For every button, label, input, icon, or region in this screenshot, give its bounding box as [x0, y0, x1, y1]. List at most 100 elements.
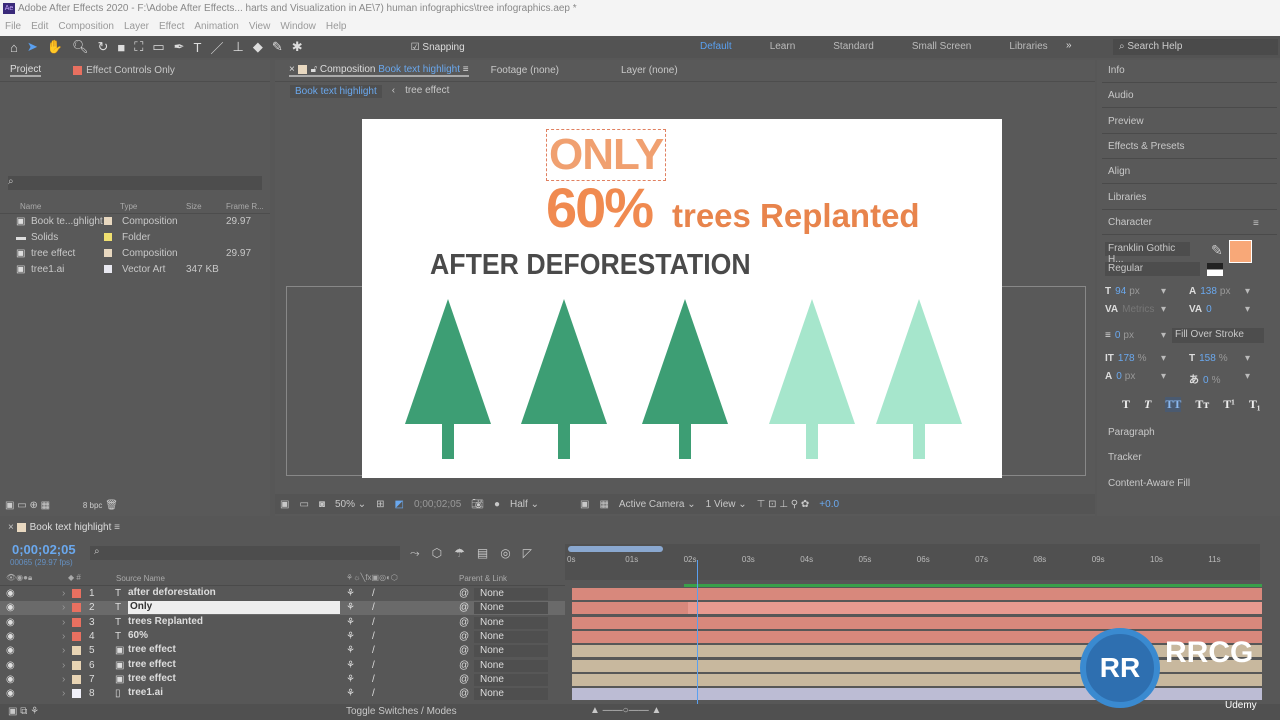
bpc-label[interactable]: 8 bpc: [83, 501, 103, 510]
flowchart-icon[interactable]: ⊤ ⊡ ⊥ ⚲ ✿: [757, 499, 810, 510]
layer-row[interactable]: ◉ › 1 Tafter deforestation ⚘ / @ None: [0, 587, 565, 601]
leading-field[interactable]: A 138 px ▾: [1189, 286, 1269, 297]
monitor-icon[interactable]: ▭: [299, 499, 308, 510]
panel-content-aware-fill[interactable]: Content-Aware Fill: [1108, 478, 1190, 489]
views-dropdown[interactable]: 1 View ⌄: [706, 499, 747, 510]
quality-switch-icon[interactable]: /: [372, 660, 375, 671]
quality-switch-icon[interactable]: /: [372, 674, 375, 685]
quality-switch-icon[interactable]: /: [372, 631, 375, 642]
brush-icon[interactable]: ／: [211, 38, 224, 57]
layer-row[interactable]: ◉ › 4 T 60% ⚘ / @ None: [0, 630, 565, 644]
composition-canvas[interactable]: ONLY 60% trees Replanted AFTER DEFORESTA…: [362, 119, 1002, 478]
layer-duration-bar[interactable]: [572, 588, 1262, 600]
parent-dropdown[interactable]: None: [474, 602, 548, 615]
quality-switch-icon[interactable]: /: [372, 645, 375, 656]
home-icon[interactable]: ⌂: [10, 40, 18, 55]
font-family-dropdown[interactable]: Franklin Gothic H...: [1105, 242, 1190, 265]
panel-align[interactable]: Align: [1108, 166, 1130, 177]
superscript-button[interactable]: T¹: [1223, 397, 1235, 412]
pickwhip-icon[interactable]: @: [459, 674, 469, 685]
layer-label-color[interactable]: [72, 603, 81, 613]
layer-duration-bar[interactable]: [572, 630, 1262, 643]
layer-label-color[interactable]: [72, 689, 81, 699]
comp-flowchart-icon[interactable]: ⤳: [410, 546, 420, 561]
workspace-standard[interactable]: Standard: [833, 41, 874, 52]
layer-name[interactable]: tree effect: [128, 644, 176, 655]
parent-dropdown[interactable]: None: [474, 616, 548, 629]
breadcrumb-book[interactable]: Book text highlight: [290, 85, 382, 98]
snapping-checkbox[interactable]: ☑ Snapping: [411, 42, 465, 53]
type-icon[interactable]: T: [194, 40, 202, 55]
pickwhip-icon[interactable]: @: [459, 602, 469, 613]
pan-behind-icon[interactable]: ⛶: [134, 39, 143, 55]
tab-project[interactable]: Project: [10, 64, 42, 77]
panel-audio[interactable]: Audio: [1108, 90, 1134, 101]
visibility-eye-icon[interactable]: ◉: [6, 588, 15, 599]
parent-dropdown[interactable]: None: [474, 659, 548, 672]
tab-composition[interactable]: × 🔓︎ Composition Book text highlight ≡: [289, 64, 469, 77]
shy-icon[interactable]: ☂: [454, 546, 465, 561]
layer-row[interactable]: ◉ › 8 ▯ tree1.ai ⚘ / @ None: [0, 687, 565, 701]
layer-name[interactable]: 60%: [128, 630, 148, 641]
shy-switch-icon[interactable]: ⚘: [346, 660, 355, 671]
always-preview-icon[interactable]: ▣: [280, 499, 289, 510]
zoom-slider[interactable]: ▲ ——○—— ▲: [590, 705, 661, 716]
menu-animation[interactable]: Animation: [194, 21, 238, 33]
baseline-shift-field[interactable]: A 0 px ▾: [1105, 371, 1185, 382]
menu-edit[interactable]: Edit: [31, 21, 48, 33]
panel-paragraph[interactable]: Paragraph: [1108, 427, 1155, 438]
parent-dropdown[interactable]: None: [474, 688, 548, 701]
tab-footage[interactable]: Footage (none): [491, 65, 559, 76]
search-help-input[interactable]: ⌕ Search Help: [1113, 39, 1278, 55]
expand-chevron-icon[interactable]: ›: [62, 645, 65, 656]
layer-duration-bar[interactable]: [572, 616, 1262, 629]
layer-label-color[interactable]: [72, 589, 81, 598]
label-color[interactable]: [104, 265, 112, 273]
expand-chevron-icon[interactable]: ›: [62, 674, 65, 685]
all-caps-button[interactable]: TT: [1165, 397, 1182, 412]
layer-label-color[interactable]: [72, 631, 81, 641]
panel-libraries[interactable]: Libraries: [1108, 192, 1146, 203]
panel-character[interactable]: Character: [1108, 217, 1152, 228]
visibility-eye-icon[interactable]: ◉: [6, 674, 15, 685]
layer-duration-bar[interactable]: [572, 645, 1262, 658]
timeline-search-input[interactable]: ⌕: [90, 546, 400, 560]
rectangle-icon[interactable]: ▭: [152, 39, 164, 55]
layer-duration-bar[interactable]: [572, 688, 1262, 701]
expand-chevron-icon[interactable]: ›: [62, 588, 65, 599]
visibility-eye-icon[interactable]: ◉: [6, 645, 15, 656]
menu-layer[interactable]: Layer: [124, 21, 149, 33]
checker-icon[interactable]: ▦: [599, 499, 608, 510]
eraser-icon[interactable]: ◆: [253, 39, 263, 55]
graph-editor-icon[interactable]: ◸: [523, 546, 532, 561]
label-color[interactable]: [104, 233, 112, 241]
stroke-mode-dropdown[interactable]: Fill Over Stroke: [1172, 328, 1264, 343]
layer-duration-bar[interactable]: [572, 602, 1262, 615]
subscript-button[interactable]: T₁: [1249, 397, 1261, 412]
eyedropper-icon[interactable]: ✎: [1211, 242, 1223, 259]
layer-row[interactable]: ◉ › 7 ▣ tree effect ⚘ / @ None: [0, 673, 565, 687]
vertical-scale-field[interactable]: IT 178% ▾: [1105, 353, 1185, 364]
character-menu-icon[interactable]: ≡: [1253, 218, 1259, 229]
panel-preview[interactable]: Preview: [1108, 116, 1144, 127]
project-item[interactable]: ▬ Solids Folder: [0, 229, 270, 245]
camera-icon[interactable]: ■: [117, 40, 125, 55]
quality-switch-icon[interactable]: /: [372, 602, 375, 613]
expand-chevron-icon[interactable]: ›: [62, 602, 65, 613]
tab-layer[interactable]: Layer (none): [621, 65, 678, 76]
layer-row[interactable]: ◉ › 5 ▣ tree effect ⚘ / @ None: [0, 644, 565, 658]
kerning-field[interactable]: VA Metrics ▾: [1105, 304, 1185, 315]
transparency-icon[interactable]: ◩: [395, 499, 404, 510]
breadcrumb-tree-effect[interactable]: tree effect: [405, 85, 449, 98]
layer-name[interactable]: after deforestation: [128, 587, 216, 598]
layer-name[interactable]: tree1.ai: [128, 687, 163, 698]
menu-help[interactable]: Help: [326, 21, 347, 33]
panel-effects-presets[interactable]: Effects & Presets: [1108, 141, 1185, 152]
visibility-eye-icon[interactable]: ◉: [6, 617, 15, 628]
layer-label-color[interactable]: [72, 617, 81, 627]
layer-name[interactable]: tree effect: [128, 673, 176, 684]
tsume-field[interactable]: あ 0% ▾: [1189, 371, 1269, 386]
menu-window[interactable]: Window: [280, 21, 316, 33]
resolution-dropdown[interactable]: Half ⌄: [510, 499, 570, 510]
visibility-eye-icon[interactable]: ◉: [6, 688, 15, 699]
